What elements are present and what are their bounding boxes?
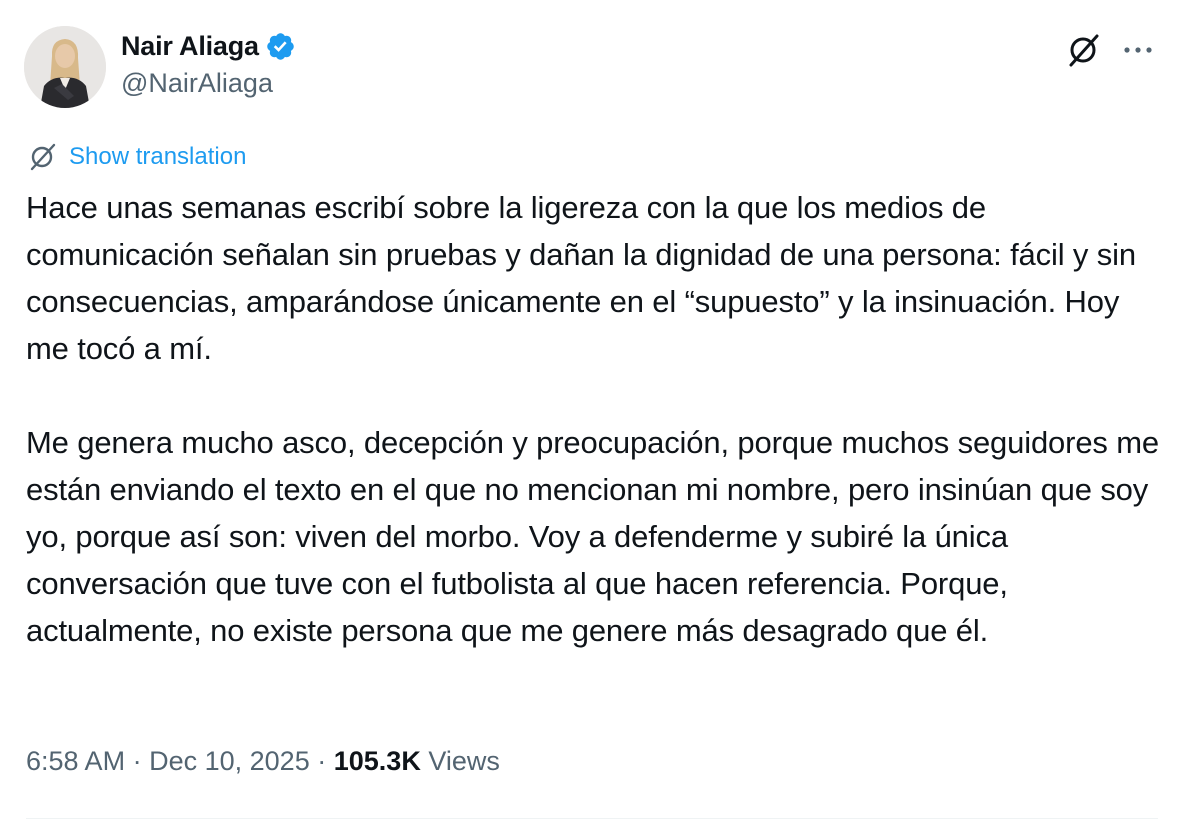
tweet-text: Hace unas semanas escribí sobre la liger… [26,184,1166,654]
grok-icon [1069,34,1099,67]
show-translation-label[interactable]: Show translation [69,143,246,171]
verified-badge-icon[interactable] [265,31,296,62]
top-actions [1064,30,1158,70]
author-block: Nair Aliaga @NairAliaga [121,28,296,99]
tweet-date[interactable]: Dec 10, 2025 [149,746,310,776]
views-count: 105.3K [333,746,421,776]
display-name-row: Nair Aliaga [121,28,296,64]
tweet-card: Nair Aliaga @NairAliaga Show translation… [0,0,1188,822]
more-dots-icon [1124,47,1152,53]
meta-separator: · [132,746,142,776]
tweet-meta: 6:58 AM · Dec 10, 2025 · 105.3K Views [26,746,500,777]
meta-separator: · [317,746,327,776]
grok-button[interactable] [1064,30,1104,70]
avatar[interactable] [24,26,106,108]
divider [26,818,1158,819]
views-label: Views [428,746,500,776]
tweet-time[interactable]: 6:58 AM [26,746,125,776]
display-name[interactable]: Nair Aliaga [121,31,259,62]
show-translation-button[interactable]: Show translation [28,142,246,172]
handle[interactable]: @NairAliaga [121,68,296,99]
tweet-paragraph: Me genera mucho asco, decepción y preocu… [26,425,1159,648]
profile-photo-icon [24,26,106,108]
tweet-paragraph: Hace unas semanas escribí sobre la liger… [26,190,1136,366]
more-button[interactable] [1118,30,1158,70]
grok-translate-icon [30,143,56,171]
